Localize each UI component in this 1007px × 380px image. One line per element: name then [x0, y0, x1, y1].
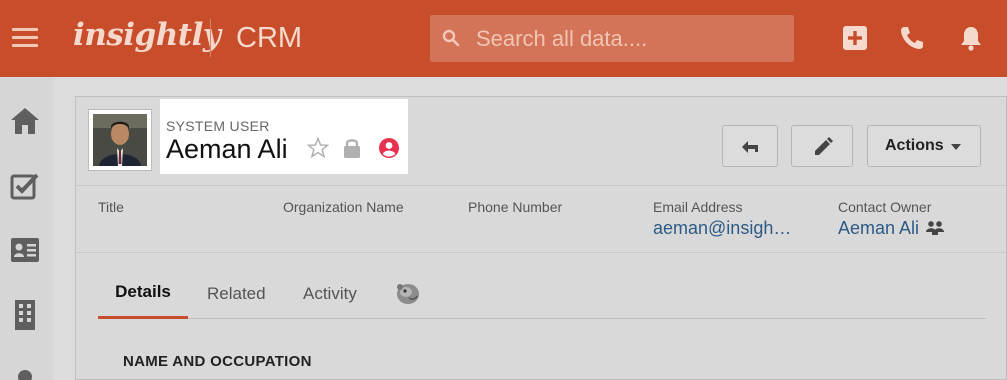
star-icon[interactable] [307, 137, 329, 159]
section-title: NAME AND OCCUPATION [123, 353, 312, 370]
back-button[interactable] [722, 125, 778, 167]
email-field-value[interactable]: aeman@insigh… [653, 218, 791, 239]
phone-field-label: Phone Number [468, 199, 563, 215]
tab-related[interactable]: Related [207, 267, 266, 318]
reply-icon [742, 141, 758, 153]
record-tabs: Details Related Activity [98, 267, 986, 319]
tasks-icon[interactable] [9, 170, 41, 202]
home-icon[interactable] [9, 105, 41, 137]
mailchimp-icon[interactable] [395, 281, 421, 305]
search-input[interactable] [476, 15, 786, 62]
record-card: SYSTEM USER Aeman Ali Actions Title Orga… [75, 96, 1007, 380]
user-circle-icon[interactable] [378, 137, 400, 159]
menu-icon[interactable] [12, 28, 38, 48]
organization-field-label: Organization Name [283, 199, 404, 215]
actions-dropdown-button[interactable]: Actions [867, 125, 981, 167]
email-field-label: Email Address [653, 199, 743, 215]
leads-icon[interactable] [9, 365, 41, 380]
owner-field-label: Contact Owner [838, 199, 932, 215]
profile-photo [93, 114, 147, 166]
key-fields-row: Title Organization Name Phone Number Ema… [76, 185, 1006, 253]
phone-icon[interactable] [898, 24, 926, 52]
title-field-label: Title [98, 199, 124, 215]
search-icon [442, 29, 460, 47]
owner-field-value[interactable]: Aeman Ali [838, 218, 919, 239]
tab-activity[interactable]: Activity [303, 267, 357, 318]
left-nav-rail [0, 77, 53, 380]
top-bar: insightly CRM [0, 0, 1007, 77]
logo-divider [210, 19, 211, 57]
tab-details[interactable]: Details [98, 267, 188, 319]
organizations-icon[interactable] [9, 298, 41, 330]
pencil-icon [815, 137, 833, 155]
record-name: Aeman Ali [166, 134, 288, 164]
lock-icon[interactable] [342, 137, 362, 159]
add-icon[interactable] [841, 24, 869, 52]
app-logo[interactable]: insightly [73, 17, 221, 53]
record-title-block: SYSTEM USER Aeman Ali [160, 99, 408, 174]
edit-button[interactable] [791, 125, 853, 167]
record-type-label: SYSTEM USER [166, 118, 270, 134]
caret-down-icon [951, 144, 961, 150]
person-photo-icon [93, 114, 147, 166]
app-name: CRM [236, 22, 303, 54]
bell-icon[interactable] [957, 24, 985, 52]
avatar[interactable] [88, 109, 152, 171]
actions-label: Actions [885, 137, 944, 154]
team-icon [926, 221, 944, 235]
record-header: SYSTEM USER Aeman Ali Actions [76, 97, 1006, 185]
contacts-icon[interactable] [9, 234, 41, 266]
